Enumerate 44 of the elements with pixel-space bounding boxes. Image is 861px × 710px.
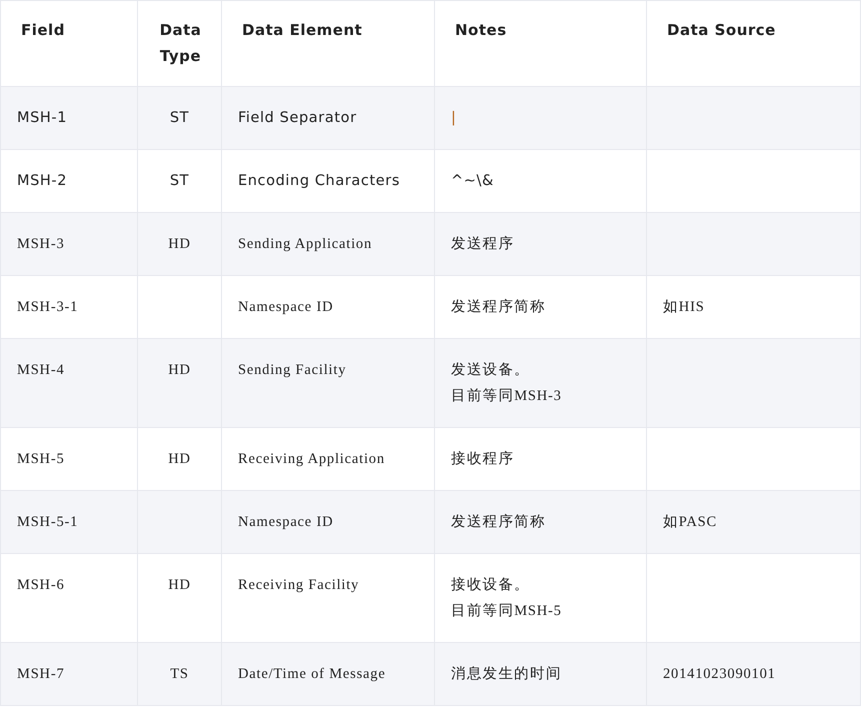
table-cell-text: 目前等同MSH-3	[451, 387, 563, 406]
table-cell-text: 消息发生的时间	[451, 665, 563, 684]
table-cell: Namespace ID	[238, 299, 334, 315]
table-cell: MSH-6	[17, 577, 65, 593]
table-cell-text: 发送程序简称	[451, 513, 547, 532]
table-cell: ST	[170, 110, 190, 126]
table-cell: Date/Time of Message	[238, 666, 386, 682]
table-cell: Sending Facility	[238, 362, 346, 378]
table-cell: TS	[170, 666, 189, 682]
table-cell: MSH-5-1	[17, 514, 78, 530]
table-cell: MSH-3-1	[17, 299, 78, 315]
table-cell-text: 发送程序简称	[451, 298, 547, 317]
table-cell: Sending Application	[238, 236, 372, 252]
column-header: Data Element	[242, 21, 362, 39]
table-cell: Namespace ID	[238, 514, 334, 530]
table-cell: 20141023090101	[663, 666, 776, 682]
table-cell: 如PASC	[663, 514, 717, 530]
table-cell: MSH-3	[17, 236, 65, 252]
table-cell: MSH-1	[17, 110, 68, 126]
column-header: Field	[21, 21, 65, 39]
table-cell: HD	[168, 362, 191, 378]
table-cell: Receiving Facility	[238, 577, 360, 593]
column-header: Data Source	[667, 21, 776, 39]
table-cell-text: ^~\&	[451, 172, 495, 191]
table-cell: MSH-4	[17, 362, 65, 378]
table-cell-text: 目前等同MSH-5	[451, 602, 563, 621]
table-cell-text: 接收设备。	[451, 576, 531, 595]
table-cell: Encoding Characters	[238, 173, 400, 189]
table-cell: MSH-2	[17, 173, 68, 189]
table-cell: HD	[168, 577, 191, 593]
table-cell: ST	[170, 173, 190, 189]
table-cell: Receiving Application	[238, 451, 385, 467]
table-cell: MSH-5	[17, 451, 65, 467]
column-header: Data Type	[160, 21, 202, 65]
table-cell-text: 接收程序	[451, 450, 516, 469]
table-cell: HD	[168, 236, 191, 252]
table-cell: HD	[168, 451, 191, 467]
table-cell: MSH-7	[17, 666, 65, 682]
table-cell-text: 发送程序	[451, 235, 516, 254]
table-cell: 如HIS	[663, 299, 705, 315]
table-cell-text: 发送设备。	[451, 361, 531, 380]
table-cell-text: |	[451, 109, 458, 128]
column-header: Notes	[455, 21, 507, 39]
table-cell: Field Separator	[238, 110, 357, 126]
